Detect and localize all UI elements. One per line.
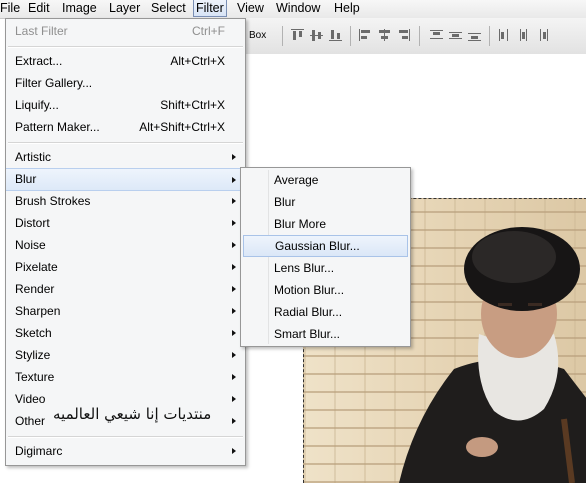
menu-item-texture[interactable]: Texture [6,366,245,388]
menu-item-extract[interactable]: Extract... Alt+Ctrl+X [6,50,245,72]
menu-item-last-filter: Last Filter Ctrl+F [15,24,225,38]
submenu-arrow-icon [232,286,236,292]
menu-item-distort[interactable]: Distort [6,212,245,234]
menu-bar: File Edit Image Layer Select Filter View… [0,0,586,19]
submenu-arrow-icon [232,177,236,183]
menu-item-pattern-maker[interactable]: Pattern Maker... Alt+Shift+Ctrl+X [6,116,245,138]
forum-watermark-text: منتديات إنا شيعي العالميه [53,405,212,423]
toolbar-separator [350,26,351,46]
align-bottom-icon[interactable] [329,29,342,41]
submenu-item-smart-blur[interactable]: Smart Blur... [241,323,410,345]
submenu-item-radial-blur[interactable]: Radial Blur... [241,301,410,323]
toolbar-separator [489,26,490,46]
menu-filter[interactable]: Filter [193,0,227,17]
menu-edit[interactable]: Edit [26,0,52,17]
menu-window[interactable]: Window [274,0,322,17]
distribute-top-icon[interactable] [430,29,443,41]
distribute-bottom-icon[interactable] [468,29,481,41]
menu-item-digimarc[interactable]: Digimarc [6,440,245,462]
submenu-arrow-icon [232,330,236,336]
menu-image[interactable]: Image [60,0,99,17]
submenu-arrow-icon [232,448,236,454]
submenu-arrow-icon [232,154,236,160]
options-toolbar: Box [240,18,586,55]
align-right-icon[interactable] [397,29,410,41]
distribute-horizontal-center-icon[interactable] [517,29,530,41]
menu-select[interactable]: Select [149,0,188,17]
submenu-item-lens-blur[interactable]: Lens Blur... [241,257,410,279]
filter-menu: Last Filter Ctrl+F Extract... Alt+Ctrl+X… [5,18,246,466]
submenu-arrow-icon [232,308,236,314]
menu-help[interactable]: Help [332,0,362,17]
menu-item-liquify[interactable]: Liquify... Shift+Ctrl+X [6,94,245,116]
menu-separator [8,142,243,144]
submenu-arrow-icon [232,396,236,402]
menu-item-noise[interactable]: Noise [6,234,245,256]
menu-view[interactable]: View [235,0,266,17]
distribute-vertical-center-icon[interactable] [449,29,462,41]
menu-separator [8,436,243,438]
submenu-arrow-icon [232,198,236,204]
menu-item-sharpen[interactable]: Sharpen [6,300,245,322]
align-vertical-center-icon[interactable] [310,29,323,41]
submenu-arrow-icon [232,374,236,380]
menu-item-brush-strokes[interactable]: Brush Strokes [6,190,245,212]
menu-item-sketch[interactable]: Sketch [6,322,245,344]
toolbar-box-label: Box [249,30,267,41]
submenu-arrow-icon [232,220,236,226]
submenu-arrow-icon [232,242,236,248]
align-horizontal-center-icon[interactable] [378,29,391,41]
menu-file[interactable]: File [0,0,22,17]
submenu-item-gaussian-blur[interactable]: Gaussian Blur... [243,235,408,257]
blur-submenu: Average Blur Blur More Gaussian Blur... … [240,167,411,347]
submenu-arrow-icon [232,418,236,424]
menu-item-filter-gallery[interactable]: Filter Gallery... [6,72,245,94]
submenu-item-average[interactable]: Average [241,169,410,191]
align-left-icon[interactable] [359,29,372,41]
menu-layer[interactable]: Layer [107,0,142,17]
align-top-icon[interactable] [291,29,304,41]
distribute-right-icon[interactable] [536,29,549,41]
distribute-left-icon[interactable] [498,29,511,41]
submenu-item-motion-blur[interactable]: Motion Blur... [241,279,410,301]
submenu-item-blur-more[interactable]: Blur More [241,213,410,235]
toolbar-separator [419,26,420,46]
menu-separator [8,46,243,48]
submenu-arrow-icon [232,264,236,270]
menu-item-artistic[interactable]: Artistic [6,146,245,168]
toolbar-separator [282,26,283,46]
submenu-item-blur[interactable]: Blur [241,191,410,213]
menu-item-blur[interactable]: Blur [6,168,245,191]
menu-item-render[interactable]: Render [6,278,245,300]
menu-item-stylize[interactable]: Stylize [6,344,245,366]
menu-item-pixelate[interactable]: Pixelate [6,256,245,278]
submenu-arrow-icon [232,352,236,358]
